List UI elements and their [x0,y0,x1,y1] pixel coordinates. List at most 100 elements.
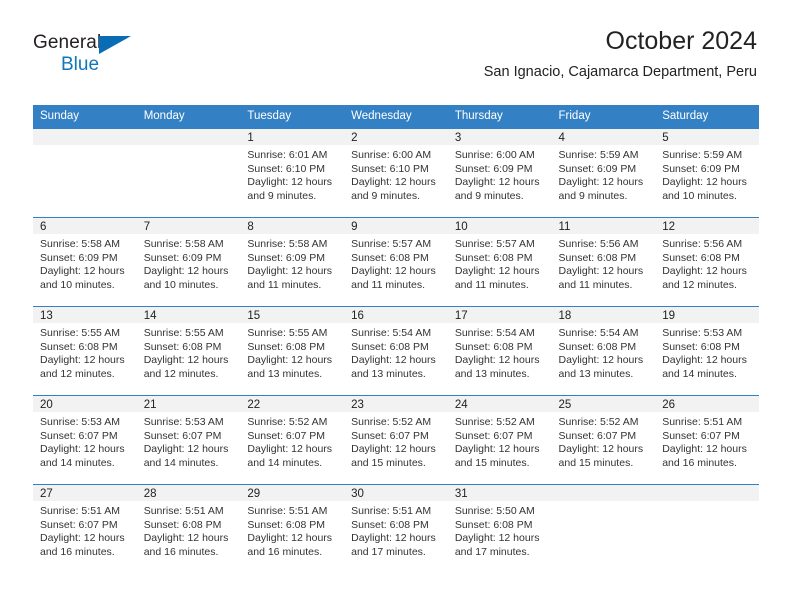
sunset-text: Sunset: 6:08 PM [143,518,222,531]
day-number: 18 [551,307,656,323]
daylight-text-line2: and 11 minutes. [454,278,529,291]
sunset-text: Sunset: 6:08 PM [351,251,429,264]
sunrise-text: Sunrise: 5:57 AM [454,238,535,250]
sunset-text: Sunset: 6:08 PM [247,340,326,353]
calendar-day-cell[interactable]: 2 Sunrise: 6:00 AM Sunset: 6:10 PM Daylight… [344,129,448,218]
sunrise-text: Sunrise: 5:58 AM [247,238,328,250]
daylight-text-line1: Daylight: 12 hours [558,265,644,278]
sunrise-text: Sunrise: 5:59 AM [662,149,743,161]
sunrise-text: Sunrise: 5:52 AM [247,416,328,428]
day-details: Sunrise: 5:57 AM Sunset: 6:08 PM Daylight:… [448,234,552,292]
calendar-day-cell[interactable]: 10 Sunrise: 5:57 AM Sunset: 6:08 PM Dayligh… [447,217,552,307]
daylight-text-line1: Daylight: 12 hours [247,443,333,456]
day-number: 28 [136,485,241,501]
calendar-day-cell[interactable]: 20 Sunrise: 5:53 AM Sunset: 6:07 PM Dayligh… [33,395,137,485]
day-number: 25 [551,396,656,412]
calendar-day-cell[interactable]: 17 Sunrise: 5:54 AM Sunset: 6:08 PM Dayligh… [447,306,552,396]
day-details: Sunrise: 5:54 AM Sunset: 6:08 PM Daylight:… [344,323,448,381]
day-number: 13 [33,307,137,323]
day-details: Sunrise: 5:52 AM Sunset: 6:07 PM Daylight:… [344,412,448,470]
day-details: Sunrise: 5:51 AM Sunset: 6:07 PM Daylight:… [33,501,137,559]
calendar-day-cell[interactable]: 8 Sunrise: 5:58 AM Sunset: 6:09 PM Daylight… [240,217,345,307]
calendar-day-cell[interactable]: 7 Sunrise: 5:58 AM Sunset: 6:09 PM Daylight… [136,217,241,307]
day-cell-inner: 29 Sunrise: 5:51 AM Sunset: 6:08 PM Dayligh… [240,485,345,573]
sunset-text: Sunset: 6:08 PM [662,340,740,353]
day-number: 8 [240,218,345,234]
calendar-day-cell[interactable]: 29 Sunrise: 5:51 AM Sunset: 6:08 PM Dayligh… [240,484,345,573]
calendar-day-cell[interactable]: 18 Sunrise: 5:54 AM Sunset: 6:08 PM Dayligh… [551,306,656,396]
calendar-day-cell[interactable]: 14 Sunrise: 5:55 AM Sunset: 6:08 PM Dayligh… [136,306,241,396]
daylight-text-line2: and 13 minutes. [454,367,530,380]
day-details: Sunrise: 5:56 AM Sunset: 6:08 PM Daylight:… [552,234,656,292]
weekday-header-sunday: Sunday [33,105,137,129]
daylight-text-line1: Daylight: 12 hours [351,176,436,189]
calendar-day-cell[interactable]: 3 Sunrise: 6:00 AM Sunset: 6:09 PM Daylight… [447,129,552,218]
day-details: Sunrise: 5:55 AM Sunset: 6:08 PM Daylight:… [33,323,137,381]
daylight-text-line2: and 12 minutes. [662,278,737,291]
calendar-day-cell[interactable]: 15 Sunrise: 5:55 AM Sunset: 6:08 PM Dayligh… [240,306,345,396]
calendar-day-cell[interactable]: 26 Sunrise: 5:51 AM Sunset: 6:07 PM Dayligh… [655,395,759,485]
calendar-day-cell[interactable]: 9 Sunrise: 5:57 AM Sunset: 6:08 PM Daylight… [344,217,448,307]
day-details: Sunrise: 5:58 AM Sunset: 6:09 PM Daylight:… [33,234,137,292]
calendar-day-cell[interactable]: 1 Sunrise: 6:01 AM Sunset: 6:10 PM Daylight… [240,129,345,218]
calendar-day-cell[interactable]: 21 Sunrise: 5:53 AM Sunset: 6:07 PM Dayligh… [136,395,241,485]
daylight-text-line2: and 14 minutes. [662,367,737,380]
day-cell-inner: 31 Sunrise: 5:50 AM Sunset: 6:08 PM Dayligh… [447,485,552,573]
calendar-day-cell[interactable]: 6 Sunrise: 5:58 AM Sunset: 6:09 PM Daylight… [33,217,137,307]
daylight-text-line2: and 16 minutes. [143,545,219,558]
sunset-text: Sunset: 6:09 PM [558,162,637,175]
day-details: Sunrise: 5:52 AM Sunset: 6:07 PM Daylight:… [448,412,552,470]
daylight-text-line1: Daylight: 12 hours [247,265,333,278]
sunrise-text: Sunrise: 5:51 AM [662,416,743,428]
calendar-week-row: 13 Sunrise: 5:55 AM Sunset: 6:08 PM Dayligh… [33,306,759,396]
calendar-day-cell[interactable]: 30 Sunrise: 5:51 AM Sunset: 6:08 PM Dayligh… [344,484,448,573]
daylight-text-line2: and 17 minutes. [351,545,426,558]
sunrise-text: Sunrise: 5:53 AM [143,416,224,428]
day-number: 27 [33,485,137,501]
sunrise-text: Sunrise: 5:52 AM [351,416,432,428]
calendar-day-cell[interactable]: 11 Sunrise: 5:56 AM Sunset: 6:08 PM Dayligh… [551,217,656,307]
calendar-week-row: 1 Sunrise: 6:01 AM Sunset: 6:10 PM Daylight… [33,129,759,218]
day-number: 29 [240,485,345,501]
calendar-day-cell[interactable]: 25 Sunrise: 5:52 AM Sunset: 6:07 PM Dayligh… [551,395,656,485]
day-number: 2 [344,129,448,145]
weekday-header-monday: Monday [136,105,241,129]
day-cell-inner: 11 Sunrise: 5:56 AM Sunset: 6:08 PM Dayligh… [551,218,656,306]
day-details: Sunrise: 5:50 AM Sunset: 6:08 PM Daylight:… [448,501,552,559]
daylight-text-line2: and 12 minutes. [143,367,219,380]
day-number: 11 [551,218,656,234]
daylight-text-line1: Daylight: 12 hours [247,354,333,367]
day-details: Sunrise: 5:55 AM Sunset: 6:08 PM Daylight:… [240,323,344,381]
calendar-day-cell-empty [551,484,656,573]
calendar-day-cell[interactable]: 27 Sunrise: 5:51 AM Sunset: 6:07 PM Dayligh… [33,484,137,573]
calendar-day-cell[interactable]: 22 Sunrise: 5:52 AM Sunset: 6:07 PM Dayligh… [240,395,345,485]
day-cell-inner: 13 Sunrise: 5:55 AM Sunset: 6:08 PM Dayligh… [33,307,137,395]
calendar-day-cell[interactable]: 28 Sunrise: 5:51 AM Sunset: 6:08 PM Dayligh… [136,484,241,573]
day-details: Sunrise: 5:58 AM Sunset: 6:09 PM Daylight:… [137,234,241,292]
calendar-day-cell[interactable]: 23 Sunrise: 5:52 AM Sunset: 6:07 PM Dayligh… [344,395,448,485]
sunset-text: Sunset: 6:07 PM [247,429,326,442]
calendar-day-cell[interactable]: 4 Sunrise: 5:59 AM Sunset: 6:09 PM Daylight… [551,129,656,218]
calendar-day-cell[interactable]: 13 Sunrise: 5:55 AM Sunset: 6:08 PM Dayligh… [33,306,137,396]
daylight-text-line1: Daylight: 12 hours [454,443,540,456]
day-details: Sunrise: 5:51 AM Sunset: 6:08 PM Daylight:… [344,501,448,559]
calendar-day-cell[interactable]: 12 Sunrise: 5:56 AM Sunset: 6:08 PM Dayligh… [655,217,759,307]
day-details [552,501,656,505]
calendar-day-cell[interactable]: 16 Sunrise: 5:54 AM Sunset: 6:08 PM Dayligh… [344,306,448,396]
daylight-text-line2: and 13 minutes. [247,367,323,380]
calendar-day-cell[interactable]: 19 Sunrise: 5:53 AM Sunset: 6:08 PM Dayligh… [655,306,759,396]
day-cell-inner: 19 Sunrise: 5:53 AM Sunset: 6:08 PM Dayligh… [655,307,759,395]
day-number: 4 [551,129,656,145]
calendar-day-cell[interactable]: 5 Sunrise: 5:59 AM Sunset: 6:09 PM Daylight… [655,129,759,218]
weekday-header-tuesday: Tuesday [240,105,345,129]
sunrise-text: Sunrise: 5:52 AM [558,416,639,428]
day-number: 7 [136,218,241,234]
title-block: October 2024 San Ignacio, Cajamarca Depa… [484,26,757,81]
calendar-day-cell[interactable]: 31 Sunrise: 5:50 AM Sunset: 6:08 PM Dayligh… [447,484,552,573]
day-details: Sunrise: 5:52 AM Sunset: 6:07 PM Daylight:… [552,412,656,470]
calendar-day-cell[interactable]: 24 Sunrise: 5:52 AM Sunset: 6:07 PM Dayligh… [447,395,552,485]
day-number: 20 [33,396,137,412]
day-details: Sunrise: 6:00 AM Sunset: 6:10 PM Daylight:… [344,145,448,203]
day-details: Sunrise: 5:53 AM Sunset: 6:07 PM Daylight:… [33,412,137,470]
daylight-text-line1: Daylight: 12 hours [143,443,229,456]
